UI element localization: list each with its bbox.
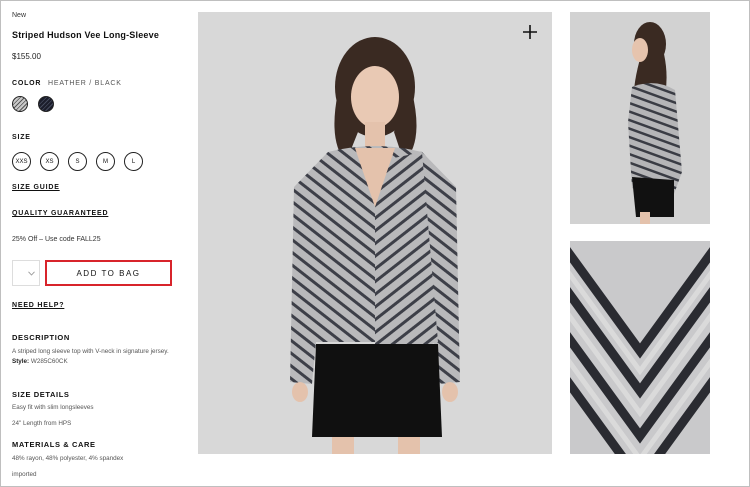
fabric-closeup-photo [570, 241, 710, 454]
swatch-black[interactable] [38, 96, 54, 112]
color-swatches [12, 96, 54, 112]
description-text: A striped long sleeve top with V-neck in… [12, 347, 182, 367]
size-details-length: 24" Length from HPS [12, 420, 72, 427]
style-code: W285C60CK [30, 358, 68, 365]
product-title: Striped Hudson Vee Long-Sleeve [12, 30, 160, 40]
size-option-m[interactable]: M [96, 152, 115, 171]
materials-composition: 48% rayon, 48% polyester, 4% spandex [12, 455, 124, 462]
product-price: $155.00 [12, 52, 41, 61]
size-options: XXS XS S M L [12, 152, 143, 171]
style-label: Style: [12, 358, 30, 365]
quality-guaranteed-link[interactable]: QUALITY GUARANTEED [12, 210, 108, 217]
size-option-xs[interactable]: XS [40, 152, 59, 171]
materials-origin: imported [12, 471, 37, 478]
add-to-bag-button[interactable]: ADD TO BAG [45, 260, 172, 286]
color-label: COLOR [12, 80, 42, 87]
materials-heading: MATERIALS & CARE [12, 440, 96, 449]
main-product-image[interactable] [198, 12, 552, 454]
model-photo [198, 12, 552, 454]
size-details-fit: Easy fit with slim longsleeves [12, 404, 94, 411]
model-back-photo [570, 12, 710, 224]
swatch-heather-grey[interactable] [12, 96, 28, 112]
chevron-down-icon [28, 270, 35, 276]
size-label: SIZE [12, 134, 31, 141]
new-badge: New [12, 12, 27, 19]
size-details-heading: SIZE DETAILS [12, 390, 70, 399]
size-option-s[interactable]: S [68, 152, 87, 171]
promo-text: 25% Off – Use code FALL25 [12, 236, 101, 243]
need-help-link[interactable]: NEED HELP? [12, 302, 64, 309]
description-heading: DESCRIPTION [12, 333, 70, 342]
product-thumbnail-back-view[interactable] [570, 12, 710, 224]
size-option-l[interactable]: L [124, 152, 143, 171]
product-thumbnail-fabric-detail[interactable] [570, 241, 710, 454]
quantity-select[interactable] [12, 260, 40, 286]
color-row: COLOR HEATHER / BLACK [12, 80, 122, 87]
size-option-xxs[interactable]: XXS [12, 152, 31, 171]
description-body: A striped long sleeve top with V-neck in… [12, 348, 169, 355]
color-value: HEATHER / BLACK [48, 80, 122, 87]
zoom-plus-icon[interactable] [522, 24, 538, 40]
size-guide-link[interactable]: SIZE GUIDE [12, 184, 60, 191]
